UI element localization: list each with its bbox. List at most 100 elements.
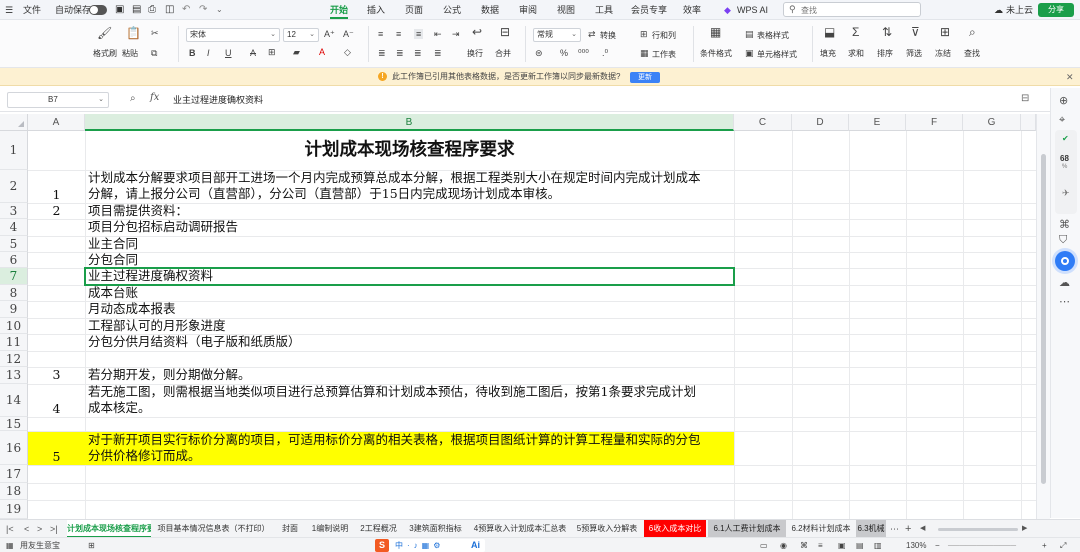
assistant-icon[interactable] [1055, 251, 1075, 271]
normal-view-icon[interactable]: ▣ [838, 538, 846, 552]
freeze-button[interactable]: 冻结 [935, 48, 951, 59]
more-sheets-icon[interactable]: ⋯ [890, 520, 899, 538]
first-sheet-icon[interactable]: |< [6, 520, 14, 538]
active-cell-selection[interactable] [84, 267, 735, 286]
print-icon[interactable]: ⎙ [148, 0, 156, 20]
fill-color-icon[interactable]: ▰ [293, 47, 300, 58]
status-left-label[interactable]: 用友生意宝 [20, 538, 60, 552]
font-size-select[interactable]: 12 ⌄ [283, 28, 319, 42]
italic-icon[interactable]: I [207, 48, 210, 58]
indent-increase-icon[interactable]: ⇥ [452, 29, 460, 40]
cell-a13[interactable]: 3 [28, 367, 85, 382]
copy-icon[interactable]: ⧉ [151, 48, 157, 59]
column-header-e[interactable]: E [849, 114, 906, 131]
fullscreen-icon[interactable]: ⤢ [1060, 538, 1066, 552]
zoom-out-icon[interactable]: − [935, 538, 940, 552]
cell-a2[interactable]: 1 [28, 187, 85, 202]
row-header-9[interactable]: 9 [0, 301, 28, 318]
paste-button[interactable]: 粘贴 [122, 48, 138, 59]
row-header-1[interactable]: 1 [0, 131, 28, 170]
cell-style-icon[interactable]: ▣ [745, 48, 754, 59]
sheet-tab-6[interactable]: 4预算收入计划成本汇总表 [470, 520, 570, 538]
sort-icon[interactable]: ⇅ [882, 25, 892, 39]
add-sheet-button[interactable]: + [905, 520, 911, 538]
row-header-11[interactable]: 11 [0, 334, 28, 351]
sheet-tab-7[interactable]: 5预算收入分解表 [574, 520, 640, 538]
align-top-icon[interactable]: ≡ [378, 29, 383, 39]
performance-widget[interactable]: ✔ 68 % ✈ [1055, 130, 1077, 214]
align-center-icon[interactable]: ≣ [396, 48, 404, 59]
cloud-upload-icon[interactable]: ☁ [1059, 276, 1070, 289]
cell-b3[interactable]: 项目需提供资料： [88, 203, 188, 220]
column-header-f[interactable]: F [906, 114, 963, 131]
undo-icon[interactable]: ↶ [182, 0, 190, 20]
next-sheet-icon[interactable]: > [37, 520, 42, 538]
shield-icon[interactable]: ⛉ [1059, 234, 1067, 247]
cell-b11[interactable]: 分包分供月结资料（电子版和纸质版） [88, 334, 301, 351]
format-painter-icon[interactable]: 🖌 [97, 26, 112, 40]
sheet-tab-2[interactable]: 封面 [276, 520, 304, 538]
tab-view[interactable]: 视图 [557, 0, 575, 20]
align-bottom-icon[interactable]: ≡ [414, 29, 424, 39]
cell-b2-line2[interactable]: 分解，请上报分公司（直营部），分公司（直营部）于15日内完成现场计划成本审核。 [88, 186, 560, 203]
font-grow-icon[interactable]: A⁺ [324, 29, 335, 40]
scrollbar-thumb[interactable] [1041, 154, 1046, 484]
close-icon[interactable]: ✕ [1066, 68, 1074, 86]
reading-view-icon[interactable]: ▥ [874, 538, 882, 552]
strikethrough-icon[interactable]: A [250, 48, 256, 58]
sheet-tab-3[interactable]: 1编制说明 [307, 520, 353, 538]
border-icon[interactable]: ⊞ [268, 47, 276, 58]
row-header-7[interactable]: 7 [0, 268, 28, 285]
cell-b10[interactable]: 工程部认可的月形象进度 [88, 318, 226, 335]
bold-icon[interactable]: B [189, 48, 196, 58]
menu-icon[interactable]: ☰ [5, 0, 13, 20]
find-button[interactable]: 查找 [964, 48, 980, 59]
share-button[interactable]: 分享 [1038, 3, 1074, 17]
merge-button[interactable]: 合并 [495, 48, 511, 59]
zoom-level[interactable]: 130% [906, 538, 926, 552]
tab-page[interactable]: 页面 [405, 0, 423, 20]
autosave-toggle[interactable] [89, 5, 107, 15]
file-menu[interactable]: 文件 [23, 0, 41, 20]
conditional-format-button[interactable]: 条件格式 [700, 48, 732, 59]
select-icon[interactable]: ⌖ [1059, 114, 1065, 127]
cloud-status[interactable]: 未上云 [1006, 0, 1033, 20]
symbol-icon[interactable]: ⌘ [800, 538, 808, 552]
zoom-icon[interactable]: ⌕ [130, 93, 136, 104]
tab-formula[interactable]: 公式 [443, 0, 461, 20]
column-header-a[interactable]: A [28, 114, 85, 131]
sort-button[interactable]: 排序 [877, 48, 893, 59]
name-box[interactable]: B7 ⌄ [7, 92, 109, 108]
sheet-tab-9[interactable]: 6.1人工费计划成本 [708, 520, 786, 538]
align-left-icon[interactable]: ≣ [378, 48, 386, 59]
chevron-down-icon[interactable]: ⌄ [216, 0, 223, 20]
layout-icon[interactable]: ≡ [818, 538, 823, 552]
cell-b4[interactable]: 项目分包招标启动调研报告 [88, 219, 238, 236]
sum-button[interactable]: 求和 [848, 48, 864, 59]
page-view-icon[interactable]: ▤ [856, 538, 864, 552]
column-header-h[interactable] [1021, 114, 1036, 131]
search-box[interactable]: ⚲ [783, 2, 921, 17]
tab-insert[interactable]: 插入 [367, 0, 385, 20]
filter-icon[interactable]: ⊽ [911, 25, 920, 39]
font-shrink-icon[interactable]: A⁻ [343, 29, 354, 40]
underline-icon[interactable]: U [225, 48, 232, 58]
cell-a16[interactable]: 5 [28, 449, 85, 464]
more-icon[interactable]: ⋯ [1059, 295, 1070, 308]
tab-data[interactable]: 数据 [481, 0, 499, 20]
cut-icon[interactable]: ✂ [151, 28, 159, 39]
translate-icon[interactable]: ⌘ [1059, 218, 1070, 231]
row-header-19[interactable]: 19 [0, 500, 28, 519]
wrap-icon[interactable]: ↩ [472, 25, 482, 39]
sheet-tab-0[interactable]: 计划成本现场核查程序要求 [67, 520, 151, 538]
sheet-title[interactable]: 计划成本现场核查程序要求 [85, 138, 734, 162]
column-header-g[interactable]: G [963, 114, 1021, 131]
function-icon[interactable]: fx [150, 92, 159, 103]
row-header-3[interactable]: 3 [0, 203, 28, 219]
expand-icon[interactable]: ⊟ [1021, 93, 1029, 104]
freeze-icon[interactable]: ⊞ [940, 25, 950, 39]
row-header-18[interactable]: 18 [0, 483, 28, 500]
eye-icon[interactable]: ◉ [780, 538, 787, 552]
cell-style-button[interactable]: 单元格样式 [757, 49, 797, 60]
cell-a14[interactable]: 4 [28, 401, 85, 416]
